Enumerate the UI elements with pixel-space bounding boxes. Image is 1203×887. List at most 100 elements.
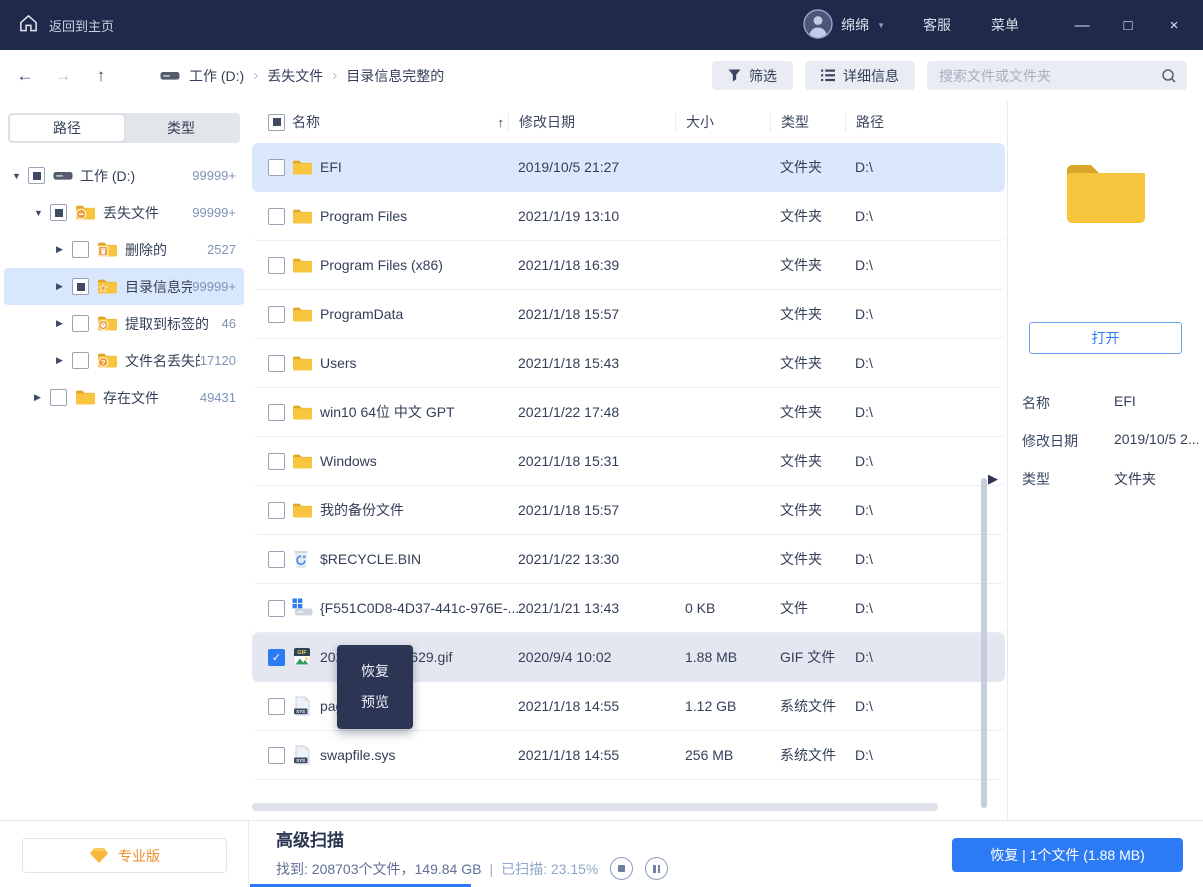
column-header-date[interactable]: 修改日期 bbox=[508, 112, 685, 132]
back-arrow-button[interactable]: ← bbox=[6, 66, 44, 86]
tree-checkbox[interactable] bbox=[50, 389, 67, 406]
sys-file-icon: SYS bbox=[292, 696, 320, 716]
file-path: D:\ bbox=[855, 502, 873, 518]
search-input[interactable] bbox=[937, 66, 1161, 85]
expand-arrow-icon[interactable]: ▶ bbox=[56, 244, 72, 255]
tree-checkbox[interactable] bbox=[72, 241, 89, 258]
row-checkbox[interactable] bbox=[268, 354, 285, 372]
forward-arrow-button[interactable]: → bbox=[44, 66, 82, 86]
column-header-size[interactable]: 大小 bbox=[675, 112, 780, 132]
table-row[interactable]: $RECYCLE.BIN 2021/1/22 13:30 文件夹 D:\ bbox=[252, 535, 1005, 584]
row-checkbox[interactable] bbox=[268, 403, 285, 421]
select-all-checkbox[interactable] bbox=[268, 113, 285, 131]
tree-item[interactable]: ▼ 丢失文件 99999+ bbox=[4, 194, 244, 231]
preview-collapse-handle[interactable]: ▶ bbox=[988, 471, 998, 487]
tree-checkbox[interactable] bbox=[72, 352, 89, 369]
breadcrumb-separator: › bbox=[253, 67, 259, 84]
tree-item[interactable]: ▶? 文件名丢失的17120 bbox=[4, 342, 244, 379]
expand-arrow-icon[interactable]: ▶ bbox=[56, 281, 72, 292]
tree-checkbox[interactable] bbox=[72, 278, 89, 295]
breadcrumb-item[interactable]: 目录信息完整的 bbox=[346, 66, 444, 86]
row-checkbox[interactable] bbox=[268, 158, 285, 176]
file-type: 文件 bbox=[780, 600, 808, 616]
tab-path[interactable]: 路径 bbox=[10, 115, 124, 141]
column-header-name[interactable]: 名称 ↑ bbox=[292, 112, 518, 132]
breadcrumb-item[interactable]: 丢失文件 bbox=[267, 66, 323, 86]
collapse-arrow-icon[interactable]: ▼ bbox=[12, 171, 28, 181]
table-row[interactable]: Users 2021/1/18 15:43 文件夹 D:\ bbox=[252, 339, 1005, 388]
pro-version-button[interactable]: 专业版 bbox=[22, 838, 227, 873]
support-link[interactable]: 客服 bbox=[923, 15, 951, 35]
table-row[interactable]: ProgramData 2021/1/18 15:57 文件夹 D:\ bbox=[252, 290, 1005, 339]
minimize-button[interactable]: — bbox=[1059, 17, 1105, 34]
stop-scan-button[interactable] bbox=[610, 857, 634, 880]
user-account[interactable]: 绵绵 ▼ bbox=[803, 8, 885, 42]
maximize-button[interactable]: □ bbox=[1105, 17, 1151, 34]
column-header-type[interactable]: 类型 bbox=[770, 112, 855, 132]
avatar-icon bbox=[803, 8, 833, 42]
tree-checkbox[interactable] bbox=[50, 204, 67, 221]
column-header-path[interactable]: 路径 bbox=[845, 112, 980, 132]
tree-item[interactable]: ▶ 提取到标签的 46 bbox=[4, 305, 244, 342]
tree-item-label: 删除的 bbox=[125, 241, 167, 258]
row-checkbox[interactable] bbox=[268, 452, 285, 470]
tree-item-label: 存在文件 bbox=[103, 389, 159, 406]
file-type: 文件夹 bbox=[780, 453, 822, 469]
table-row[interactable]: Program Files 2021/1/19 13:10 文件夹 D:\ bbox=[252, 192, 1005, 241]
table-row[interactable]: win10 64位 中文 GPT 2021/1/22 17:48 文件夹 D:\ bbox=[252, 388, 1005, 437]
tree-item[interactable]: ▶ ★ 目录信息完整的99999+ bbox=[4, 268, 244, 305]
file-type: 文件夹 bbox=[780, 257, 822, 273]
scan-progress-text: 已扫描: 23.15% bbox=[501, 860, 599, 877]
file-path: D:\ bbox=[855, 257, 873, 273]
menu-link[interactable]: 菜单 bbox=[991, 15, 1019, 35]
row-checkbox[interactable] bbox=[268, 256, 285, 274]
filter-icon bbox=[728, 69, 741, 82]
tree-checkbox[interactable] bbox=[72, 315, 89, 332]
breadcrumb: 工作 (D:) › 丢失文件 › 目录信息完整的 bbox=[160, 66, 444, 86]
recover-button[interactable]: 恢复 | 1个文件 (1.88 MB) bbox=[952, 838, 1183, 872]
expand-arrow-icon[interactable]: ▶ bbox=[56, 318, 72, 329]
row-checkbox[interactable] bbox=[268, 207, 285, 225]
row-checkbox[interactable] bbox=[268, 599, 285, 617]
folder-tree: ▼ 工作 (D:) 99999+ ▼ 丢失文件 99999+ ▶ 删除的 2527 ▶ ★ 目录信息完… bbox=[0, 157, 248, 416]
row-checkbox[interactable] bbox=[268, 697, 285, 715]
table-row[interactable]: Program Files (x86) 2021/1/18 16:39 文件夹 D:\ bbox=[252, 241, 1005, 290]
tree-item[interactable]: ▶ 删除的 2527 bbox=[4, 231, 244, 268]
back-to-home[interactable]: 返回到主页 bbox=[0, 13, 114, 37]
preview-panel: 打开 名称 EFI 修改日期 2019/10/5 2... 类型 文件夹 bbox=[1007, 101, 1203, 820]
tab-type[interactable]: 类型 bbox=[124, 115, 238, 141]
scan-found-text: 找到: 208703个文件，149.84 GB bbox=[276, 860, 482, 877]
table-row[interactable]: {F551C0D8-4D37-441c-976E-... 2021/1/21 13… bbox=[252, 584, 1005, 633]
table-row[interactable]: SYS swapfile.sys 2021/1/18 14:55 256 MB 系统文件… bbox=[252, 731, 1005, 780]
row-checkbox[interactable] bbox=[268, 501, 285, 519]
up-arrow-button[interactable]: ↑ bbox=[82, 66, 120, 86]
expand-arrow-icon[interactable]: ▶ bbox=[56, 355, 72, 366]
vertical-scrollbar[interactable] bbox=[981, 478, 987, 808]
row-checkbox[interactable] bbox=[268, 550, 285, 568]
table-row[interactable]: EFI 2019/10/5 21:27 文件夹 D:\ bbox=[252, 143, 1005, 192]
file-name: 我的备份文件 bbox=[320, 502, 404, 518]
tree-item[interactable]: ▶ 存在文件 49431 bbox=[4, 379, 244, 416]
close-button[interactable]: × bbox=[1151, 17, 1197, 34]
collapse-arrow-icon[interactable]: ▼ bbox=[34, 208, 50, 218]
table-row[interactable]: Windows 2021/1/18 15:31 文件夹 D:\ bbox=[252, 437, 1005, 486]
context-menu-recover[interactable]: 恢复 bbox=[337, 656, 413, 687]
file-type: GIF 文件 bbox=[780, 649, 836, 665]
row-checkbox[interactable] bbox=[268, 305, 285, 323]
details-button[interactable]: 详细信息 bbox=[805, 61, 915, 90]
folder-icon bbox=[75, 389, 96, 406]
file-path: D:\ bbox=[855, 649, 873, 665]
tree-item[interactable]: ▼ 工作 (D:) 99999+ bbox=[4, 157, 244, 194]
tree-checkbox[interactable] bbox=[28, 167, 45, 184]
context-menu-preview[interactable]: 预览 bbox=[337, 687, 413, 718]
pause-scan-button[interactable] bbox=[645, 857, 669, 880]
filter-button[interactable]: 筛选 bbox=[712, 61, 793, 90]
row-checkbox[interactable] bbox=[268, 648, 285, 666]
row-checkbox[interactable] bbox=[268, 746, 285, 764]
breadcrumb-item[interactable]: 工作 (D:) bbox=[189, 66, 244, 86]
open-button[interactable]: 打开 bbox=[1029, 322, 1182, 354]
horizontal-scrollbar[interactable] bbox=[252, 803, 938, 811]
table-row[interactable]: 我的备份文件 2021/1/18 15:57 文件夹 D:\ bbox=[252, 486, 1005, 535]
expand-arrow-icon[interactable]: ▶ bbox=[34, 392, 50, 403]
search-icon[interactable] bbox=[1161, 68, 1177, 84]
